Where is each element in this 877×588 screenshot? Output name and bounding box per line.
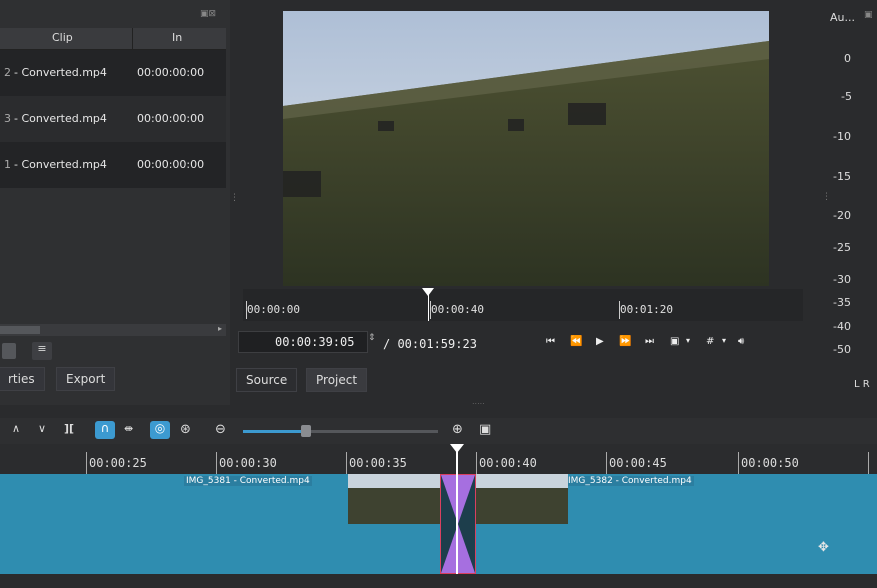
- playlist-header: Clip In: [0, 28, 226, 50]
- position-timecode[interactable]: 00:00:39:05: [238, 331, 368, 353]
- db-label: -40: [833, 320, 851, 333]
- horizontal-scrollbar[interactable]: ▸: [0, 324, 226, 336]
- player-ruler[interactable]: 00:00:00 00:00:40 00:01:20: [243, 288, 803, 321]
- db-label: -10: [833, 130, 851, 143]
- duration-label: / 00:01:59:23: [383, 337, 477, 351]
- ruler-label: 00:00:25: [89, 456, 147, 470]
- db-label: -20: [833, 209, 851, 222]
- overwrite-icon[interactable]: ∨: [38, 422, 46, 435]
- ruler-label: 00:00:50: [741, 456, 799, 470]
- clip-name: IMG_5381 - Converted.mp4: [184, 476, 312, 486]
- ruler-label: 00:00:40: [431, 303, 484, 316]
- zoom-slider[interactable]: [243, 425, 438, 437]
- zoom-menu-icon[interactable]: ▾: [686, 336, 690, 345]
- grid-icon[interactable]: #: [706, 336, 714, 347]
- playlist-row[interactable]: 2 - Converted.mp4 00:00:00:00: [0, 50, 226, 96]
- splitter-handle[interactable]: ⋮: [230, 193, 239, 211]
- db-label: -50: [833, 343, 851, 356]
- tab-source[interactable]: Source: [236, 368, 298, 392]
- splitter-handle[interactable]: ⋮: [822, 192, 831, 202]
- ruler-label: 00:00:40: [479, 456, 537, 470]
- fast-forward-icon[interactable]: ⏩: [619, 336, 631, 347]
- db-label: -35: [833, 296, 851, 309]
- grid-menu-icon[interactable]: ▾: [722, 336, 726, 345]
- timecode-spinner-icon[interactable]: ⇕: [368, 333, 376, 343]
- ruler-label: 00:01:20: [620, 303, 673, 316]
- db-label: -30: [833, 273, 851, 286]
- timeline-ruler[interactable]: 00:00:25 00:00:30 00:00:35 00:00:40 00:0…: [0, 444, 877, 474]
- clip-img-5382[interactable]: IMG_5382 - Converted.mp4: [476, 474, 877, 574]
- skip-next-icon[interactable]: ⏭: [645, 336, 654, 347]
- row-clip: - Converted.mp4: [14, 158, 107, 171]
- volume-icon[interactable]: 🔊︎: [738, 336, 744, 347]
- row-clip: - Converted.mp4: [14, 112, 107, 125]
- list-view-button[interactable]: [2, 343, 16, 359]
- panel-float-icon[interactable]: ▣⊠: [200, 9, 216, 19]
- db-label: -25: [833, 241, 851, 254]
- dock-splitter[interactable]: .....: [0, 397, 877, 418]
- split-icon[interactable]: ][: [64, 422, 74, 435]
- meter-title: Au...: [830, 11, 855, 24]
- ripple-all-icon[interactable]: ⊛: [180, 422, 191, 437]
- play-icon[interactable]: ▶: [596, 336, 604, 347]
- ruler-label: 00:00:45: [609, 456, 667, 470]
- move-cursor-icon: ✥: [818, 540, 829, 555]
- ruler-label: 00:00:30: [219, 456, 277, 470]
- tab-project[interactable]: Project: [306, 368, 368, 392]
- video-preview[interactable]: [283, 11, 769, 286]
- panel-float-icon[interactable]: ▣: [864, 10, 873, 20]
- ruler-label: 00:00:00: [247, 303, 300, 316]
- clip-name: IMG_5382 - Converted.mp4: [566, 476, 694, 486]
- timeline-playhead[interactable]: [456, 444, 458, 588]
- playhead-marker-icon[interactable]: [422, 288, 434, 296]
- column-in[interactable]: In: [172, 31, 182, 44]
- video-track[interactable]: IMG_5381 - Converted.mp4 IMG_5382 - Conv…: [0, 474, 877, 574]
- meter-channels: L R: [854, 379, 870, 390]
- ripple-icon[interactable]: ◎: [150, 421, 170, 439]
- zoom-out-icon[interactable]: ⊖: [215, 422, 226, 437]
- row-clip: - Converted.mp4: [14, 66, 107, 79]
- timeline-bottom: [0, 574, 877, 588]
- zoom-fit-icon[interactable]: ▣: [479, 422, 491, 437]
- column-clip[interactable]: Clip: [52, 31, 73, 44]
- lift-icon[interactable]: ∧: [12, 422, 20, 435]
- row-in: 00:00:00:00: [137, 158, 205, 171]
- rewind-icon[interactable]: ⏪: [570, 336, 582, 347]
- playlist-row[interactable]: 3 - Converted.mp4 00:00:00:00: [0, 96, 226, 142]
- clip-thumbnail: [348, 474, 440, 524]
- zoom-slider-handle[interactable]: [301, 425, 311, 437]
- ruler-label: 00:00:35: [349, 456, 407, 470]
- scrub-icon[interactable]: ⇼: [124, 422, 133, 435]
- clip-img-5381[interactable]: IMG_5381 - Converted.mp4: [0, 474, 440, 574]
- db-label: -15: [833, 170, 851, 183]
- menu-button[interactable]: ≡: [32, 342, 52, 360]
- row-in: 00:00:00:00: [137, 66, 205, 79]
- zoom-in-icon[interactable]: ⊕: [452, 422, 463, 437]
- row-in: 00:00:00:00: [137, 112, 205, 125]
- clip-thumbnail: [476, 474, 568, 524]
- db-label: 0: [844, 52, 851, 65]
- tab-properties[interactable]: rties: [0, 367, 45, 391]
- tab-export[interactable]: Export: [56, 367, 116, 391]
- zoom-fit-icon[interactable]: ▣: [670, 336, 679, 347]
- transition[interactable]: [440, 474, 476, 574]
- snap-icon[interactable]: ∩: [95, 421, 115, 439]
- playhead-marker-icon[interactable]: [450, 444, 464, 453]
- audio-meter-panel: Au... ▣ 0 -5 -10 -15 -20 -25 -30 -35 -40…: [808, 0, 877, 405]
- timeline-toolbar: ∧ ∨ ][ ∩ ⇼ ◎ ⊛ ⊖ ⊕ ▣: [0, 418, 877, 444]
- skip-previous-icon[interactable]: ⏮: [546, 336, 555, 347]
- playlist-row[interactable]: 1 - Converted.mp4 00:00:00:00: [0, 142, 226, 188]
- playlist-panel: ▣⊠ Clip In 2 - Converted.mp4 00:00:00:00…: [0, 0, 230, 415]
- db-label: -5: [841, 90, 852, 103]
